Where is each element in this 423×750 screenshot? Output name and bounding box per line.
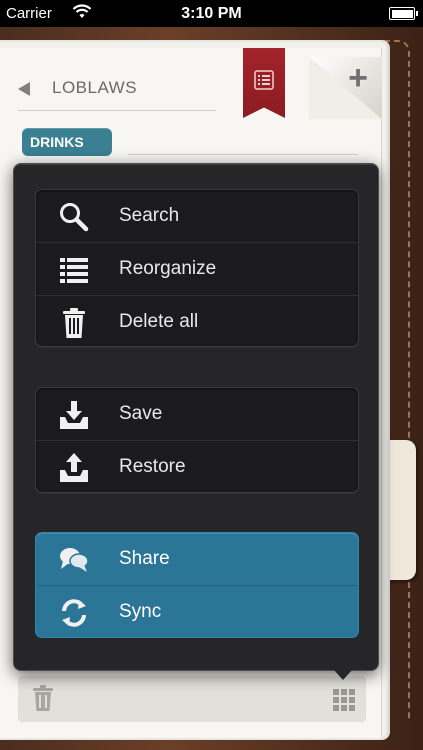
menu-item-reorganize[interactable]: Reorganize bbox=[36, 243, 358, 295]
menu-item-save[interactable]: Save bbox=[36, 388, 358, 440]
menu-item-label: Share bbox=[119, 548, 170, 569]
search-icon bbox=[60, 203, 89, 232]
menu-item-delete-all[interactable]: Delete all bbox=[36, 296, 358, 346]
download-tray-icon bbox=[60, 401, 88, 429]
sync-icon bbox=[62, 599, 86, 627]
status-time: 3:10 PM bbox=[181, 5, 242, 22]
trash-icon[interactable] bbox=[30, 684, 56, 712]
menu-item-label: Search bbox=[119, 205, 180, 226]
menu-item-label: Restore bbox=[119, 456, 186, 477]
bottom-toolbar bbox=[18, 676, 366, 722]
category-badge[interactable]: DRINKS bbox=[22, 128, 112, 156]
menu-item-label: Delete all bbox=[119, 311, 199, 332]
upload-tray-icon bbox=[60, 453, 88, 482]
list-bookmark-icon bbox=[254, 70, 274, 90]
back-arrow-icon bbox=[18, 82, 30, 96]
popover-arrow bbox=[334, 670, 352, 680]
add-item-button[interactable]: + bbox=[340, 60, 376, 96]
menu-group-edit: Search Reorganize Delete all bbox=[35, 189, 359, 347]
grid-menu-icon[interactable] bbox=[333, 689, 355, 711]
actions-popover: Search Reorganize Delete all Save Restor… bbox=[13, 163, 379, 671]
speech-bubbles-icon bbox=[60, 548, 89, 572]
list-icon bbox=[60, 258, 88, 283]
menu-item-sync[interactable]: Sync bbox=[36, 586, 358, 637]
store-underline bbox=[18, 110, 216, 111]
trash-icon bbox=[63, 308, 85, 338]
menu-item-share[interactable]: Share bbox=[36, 533, 358, 585]
category-underline bbox=[128, 154, 358, 155]
menu-item-label: Reorganize bbox=[119, 258, 217, 279]
lists-bookmark-button[interactable] bbox=[243, 48, 285, 118]
menu-group-sharing: Share Sync bbox=[35, 532, 359, 638]
menu-item-restore[interactable]: Restore bbox=[36, 441, 358, 492]
menu-item-label: Sync bbox=[119, 601, 162, 622]
menu-item-label: Save bbox=[119, 403, 163, 424]
status-bar: Carrier 3:10 PM bbox=[0, 0, 423, 27]
menu-item-search[interactable]: Search bbox=[36, 190, 358, 242]
menu-group-backup: Save Restore bbox=[35, 387, 359, 493]
store-name: LOBLAWS bbox=[52, 78, 138, 97]
battery-icon bbox=[389, 7, 418, 20]
